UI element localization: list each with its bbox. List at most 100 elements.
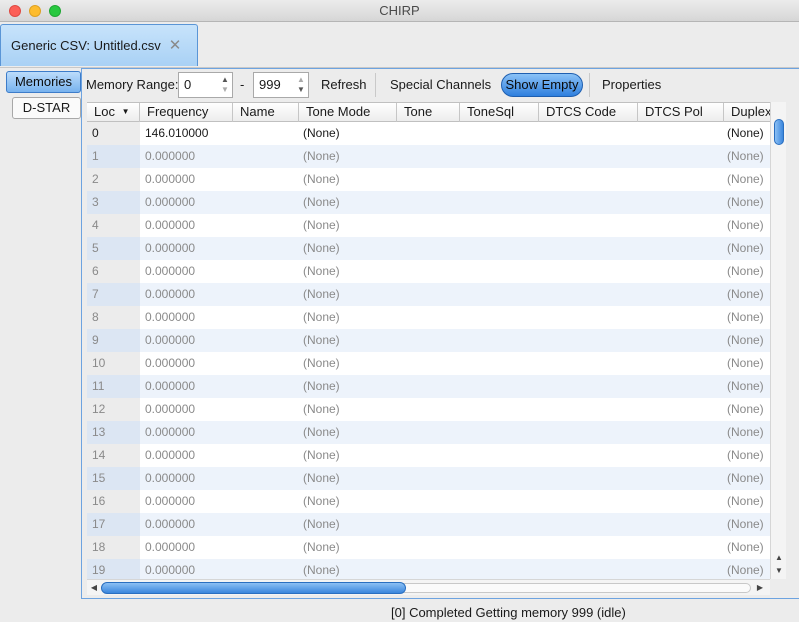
cell-duplex[interactable]: (None) <box>727 375 764 398</box>
window-zoom-button[interactable] <box>49 5 61 17</box>
table-row[interactable]: 8 0.000000 (None) (None) <box>87 306 770 329</box>
cell-frequency[interactable]: 0.000000 <box>145 352 195 375</box>
cell-duplex[interactable]: (None) <box>727 237 764 260</box>
cell-frequency[interactable]: 0.000000 <box>145 214 195 237</box>
cell-loc[interactable]: 2 <box>92 168 99 191</box>
spin-down-icon[interactable]: ▼ <box>297 85 305 94</box>
cell-tone-mode[interactable]: (None) <box>303 214 340 237</box>
cell-loc[interactable]: 17 <box>92 513 105 536</box>
cell-duplex[interactable]: (None) <box>727 168 764 191</box>
table-row[interactable]: 11 0.000000 (None) (None) <box>87 375 770 398</box>
cell-duplex[interactable]: (None) <box>727 513 764 536</box>
cell-duplex[interactable]: (None) <box>727 329 764 352</box>
cell-loc[interactable]: 19 <box>92 559 105 579</box>
refresh-button[interactable]: Refresh <box>321 77 367 92</box>
cell-loc[interactable]: 7 <box>92 283 99 306</box>
spin-up-icon[interactable]: ▲ <box>221 75 229 84</box>
column-header-tone[interactable]: Tone <box>397 103 460 122</box>
cell-loc[interactable]: 12 <box>92 398 105 421</box>
scroll-right-icon[interactable]: ▶ <box>754 582 766 594</box>
table-row[interactable]: 19 0.000000 (None) (None) <box>87 559 770 579</box>
cell-tone-mode[interactable]: (None) <box>303 283 340 306</box>
vertical-scrollbar[interactable]: ▲ ▼ <box>770 102 786 579</box>
cell-tone-mode[interactable]: (None) <box>303 191 340 214</box>
cell-loc[interactable]: 15 <box>92 467 105 490</box>
table-row[interactable]: 0 146.010000 (None) (None) <box>87 122 770 145</box>
cell-duplex[interactable]: (None) <box>727 490 764 513</box>
cell-frequency[interactable]: 0.000000 <box>145 398 195 421</box>
cell-tone-mode[interactable]: (None) <box>303 421 340 444</box>
cell-duplex[interactable]: (None) <box>727 214 764 237</box>
range-start-spinner[interactable]: 0 ▲ ▼ <box>178 72 233 98</box>
cell-tone-mode[interactable]: (None) <box>303 122 340 145</box>
cell-duplex[interactable]: (None) <box>727 398 764 421</box>
cell-frequency[interactable]: 0.000000 <box>145 260 195 283</box>
column-header-dtcs-pol[interactable]: DTCS Pol <box>638 103 724 122</box>
cell-duplex[interactable]: (None) <box>727 145 764 168</box>
horizontal-scrollbar[interactable]: ◀ ▶ <box>87 579 770 595</box>
table-row[interactable]: 14 0.000000 (None) (None) <box>87 444 770 467</box>
cell-duplex[interactable]: (None) <box>727 122 764 145</box>
cell-loc[interactable]: 5 <box>92 237 99 260</box>
cell-duplex[interactable]: (None) <box>727 191 764 214</box>
cell-loc[interactable]: 18 <box>92 536 105 559</box>
column-header-tone-mode[interactable]: Tone Mode <box>299 103 397 122</box>
cell-loc[interactable]: 14 <box>92 444 105 467</box>
spin-down-icon[interactable]: ▼ <box>221 85 229 94</box>
cell-frequency[interactable]: 0.000000 <box>145 237 195 260</box>
cell-loc[interactable]: 13 <box>92 421 105 444</box>
table-row[interactable]: 1 0.000000 (None) (None) <box>87 145 770 168</box>
scroll-up-icon[interactable]: ▲ <box>771 552 787 564</box>
column-header-name[interactable]: Name <box>233 103 299 122</box>
cell-loc[interactable]: 8 <box>92 306 99 329</box>
spin-up-icon[interactable]: ▲ <box>297 75 305 84</box>
column-header-dtcs-code[interactable]: DTCS Code <box>539 103 638 122</box>
cell-tone-mode[interactable]: (None) <box>303 168 340 191</box>
horizontal-scroll-thumb[interactable] <box>101 582 406 594</box>
cell-frequency[interactable]: 0.000000 <box>145 329 195 352</box>
cell-duplex[interactable]: (None) <box>727 306 764 329</box>
cell-loc[interactable]: 10 <box>92 352 105 375</box>
cell-loc[interactable]: 4 <box>92 214 99 237</box>
cell-tone-mode[interactable]: (None) <box>303 375 340 398</box>
column-header-frequency[interactable]: Frequency <box>140 103 233 122</box>
cell-duplex[interactable]: (None) <box>727 467 764 490</box>
cell-loc[interactable]: 3 <box>92 191 99 214</box>
cell-duplex[interactable]: (None) <box>727 260 764 283</box>
cell-frequency[interactable]: 0.000000 <box>145 559 195 579</box>
column-header-loc[interactable]: Loc ▼ <box>87 103 140 122</box>
window-minimize-button[interactable] <box>29 5 41 17</box>
scroll-down-icon[interactable]: ▼ <box>771 565 787 577</box>
cell-frequency[interactable]: 0.000000 <box>145 444 195 467</box>
table-row[interactable]: 7 0.000000 (None) (None) <box>87 283 770 306</box>
cell-tone-mode[interactable]: (None) <box>303 467 340 490</box>
close-x-icon[interactable]: ✕ <box>167 38 183 54</box>
cell-frequency[interactable]: 0.000000 <box>145 375 195 398</box>
cell-frequency[interactable]: 146.010000 <box>145 122 208 145</box>
tab-memories[interactable]: Memories <box>6 71 81 93</box>
scroll-left-icon[interactable]: ◀ <box>88 582 100 594</box>
special-channels-button[interactable]: Special Channels <box>390 77 491 92</box>
cell-loc[interactable]: 9 <box>92 329 99 352</box>
cell-tone-mode[interactable]: (None) <box>303 237 340 260</box>
properties-button[interactable]: Properties <box>602 77 661 92</box>
cell-frequency[interactable]: 0.000000 <box>145 467 195 490</box>
table-row[interactable]: 5 0.000000 (None) (None) <box>87 237 770 260</box>
table-row[interactable]: 2 0.000000 (None) (None) <box>87 168 770 191</box>
cell-loc[interactable]: 0 <box>92 122 99 145</box>
column-header-tonesql[interactable]: ToneSql <box>460 103 539 122</box>
range-end-spinner[interactable]: 999 ▲ ▼ <box>253 72 309 98</box>
document-tab[interactable]: Generic CSV: Untitled.csv ✕ <box>0 24 198 66</box>
cell-frequency[interactable]: 0.000000 <box>145 145 195 168</box>
cell-duplex[interactable]: (None) <box>727 559 764 579</box>
cell-loc[interactable]: 1 <box>92 145 99 168</box>
cell-duplex[interactable]: (None) <box>727 283 764 306</box>
cell-frequency[interactable]: 0.000000 <box>145 191 195 214</box>
cell-frequency[interactable]: 0.000000 <box>145 283 195 306</box>
window-close-button[interactable] <box>9 5 21 17</box>
table-row[interactable]: 9 0.000000 (None) (None) <box>87 329 770 352</box>
cell-tone-mode[interactable]: (None) <box>303 398 340 421</box>
table-row[interactable]: 15 0.000000 (None) (None) <box>87 467 770 490</box>
cell-frequency[interactable]: 0.000000 <box>145 513 195 536</box>
table-row[interactable]: 4 0.000000 (None) (None) <box>87 214 770 237</box>
